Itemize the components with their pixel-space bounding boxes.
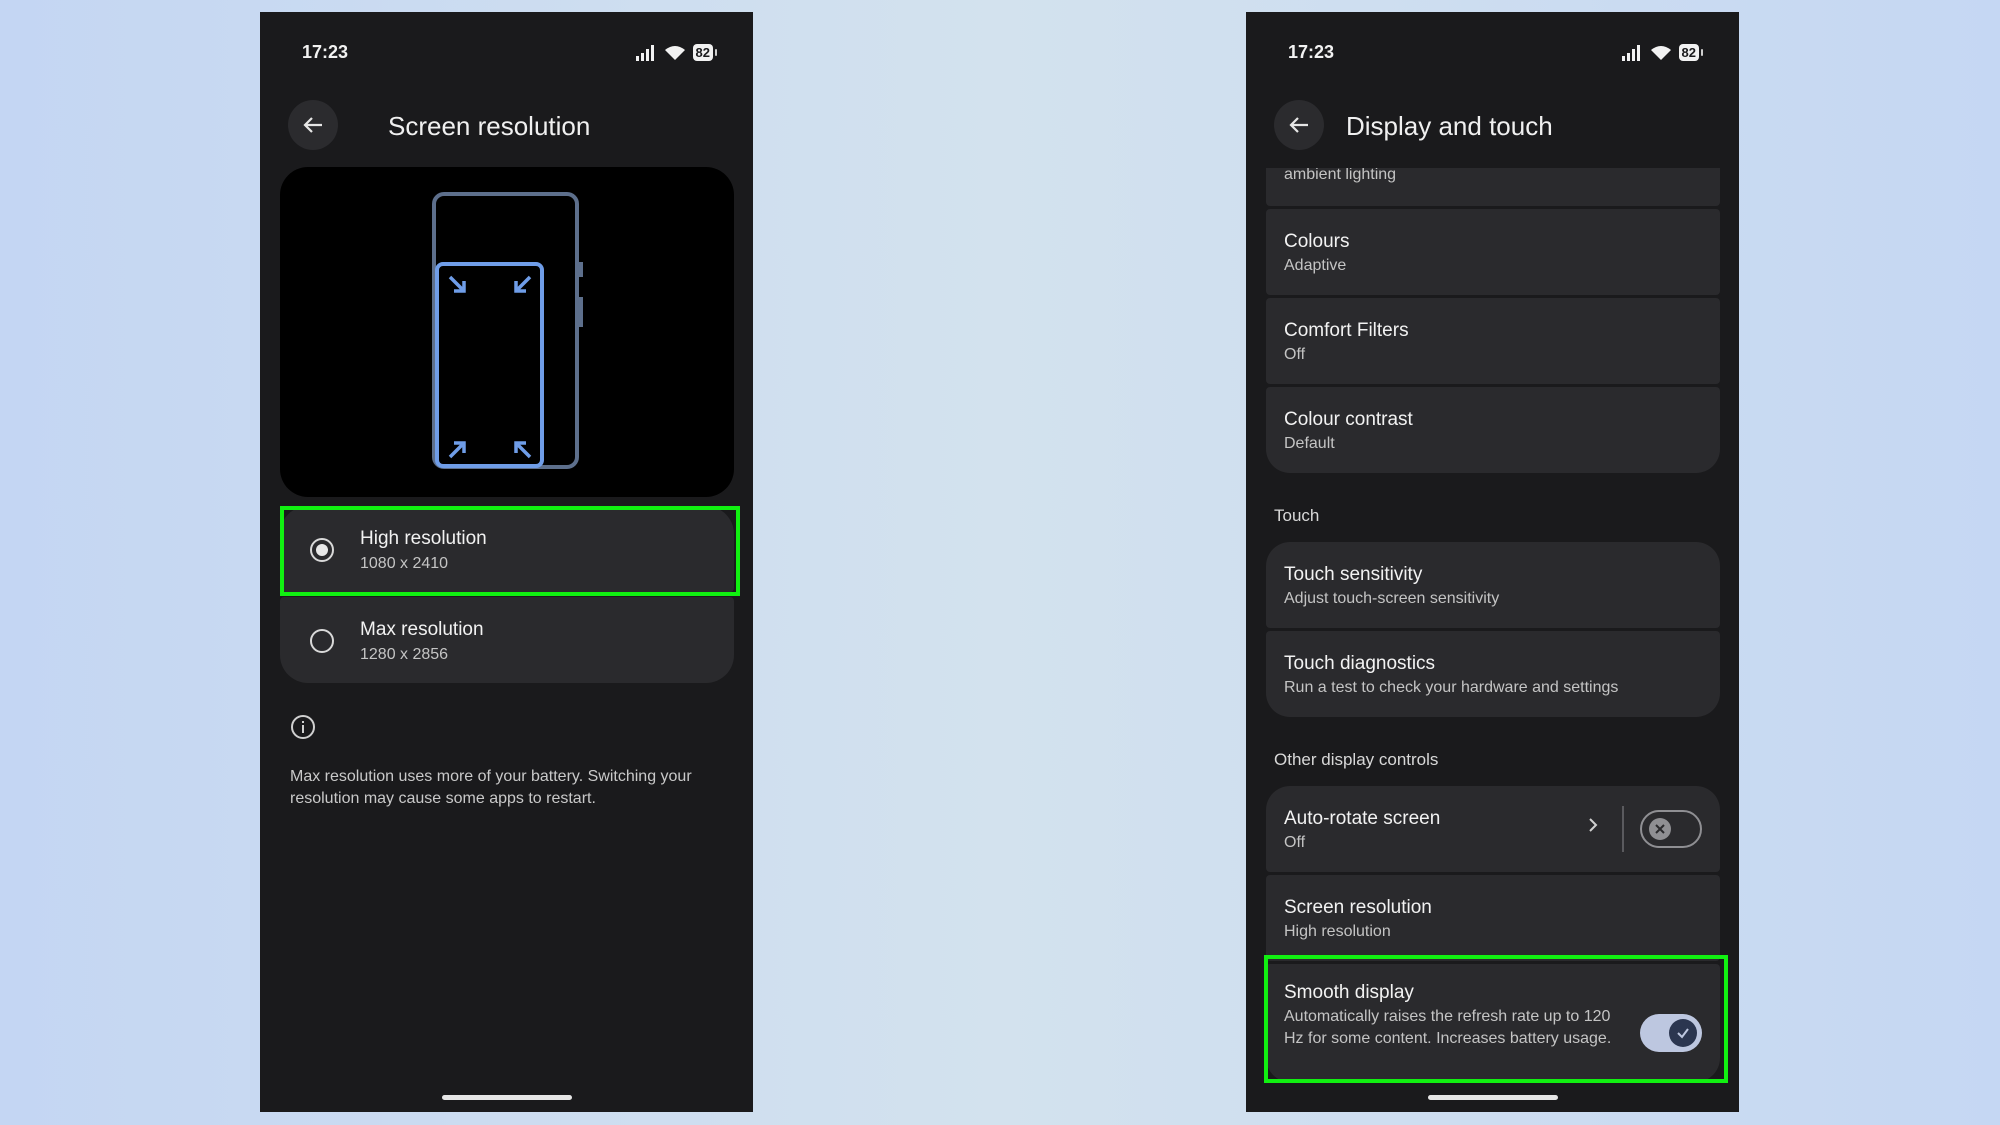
info-text: Max resolution uses more of your battery… [290, 768, 692, 807]
item-title: Comfort Filters [1284, 320, 1409, 341]
item-subtitle: High resolution [1284, 923, 1391, 940]
battery-icon: 82 [1678, 44, 1704, 61]
phone-screen-resolution: 17:23 82 Screen resolution High resoluti… [260, 12, 753, 1112]
highlight-box [1264, 955, 1728, 1083]
signal-icon [635, 44, 654, 61]
list-item-colours[interactable]: Colours Adaptive [1266, 209, 1720, 295]
item-subtitle: Off [1284, 834, 1306, 851]
option-subtitle: 1280 x 2856 [360, 646, 449, 663]
option-max-resolution[interactable]: Max resolution 1280 x 2856 [280, 597, 734, 683]
section-header-other-display-controls: Other display controls [1274, 750, 1439, 769]
home-indicator[interactable] [442, 1095, 572, 1100]
item-subtitle: Adaptive [1284, 257, 1347, 274]
list-item-auto-rotate-screen[interactable]: Auto-rotate screen Off [1266, 786, 1720, 872]
list-item-comfort-filters[interactable]: Comfort Filters Off [1266, 298, 1720, 384]
item-title: Screen resolution [1284, 897, 1432, 918]
wifi-icon [664, 45, 685, 60]
list-item-screen-resolution[interactable]: Screen resolution High resolution [1266, 875, 1720, 961]
back-arrow-icon [1289, 117, 1308, 133]
wifi-icon [1650, 45, 1671, 60]
item-subtitle: Run a test to check your hardware and se… [1284, 679, 1619, 696]
section-header-touch: Touch [1274, 506, 1320, 525]
highlight-box [280, 506, 740, 596]
status-time: 17:23 [302, 42, 349, 62]
status-bar: 17:23 82 [1288, 42, 1704, 72]
page-title: Display and touch [1346, 111, 1553, 141]
home-indicator[interactable] [1428, 1095, 1558, 1100]
back-button[interactable] [1274, 100, 1324, 150]
phone-display-and-touch: 17:23 82 ambient lighting Display and to… [1246, 12, 1739, 1112]
list-item-touch-sensitivity[interactable]: Touch sensitivity Adjust touch-screen se… [1266, 542, 1720, 628]
list-item-colour-contrast[interactable]: Colour contrast Default [1266, 387, 1720, 473]
info-icon [291, 715, 315, 739]
back-arrow-icon [303, 117, 322, 133]
resolution-preview-illustration [280, 167, 734, 497]
item-title: Auto-rotate screen [1284, 808, 1441, 829]
divider [1622, 806, 1624, 852]
back-button[interactable] [288, 100, 338, 150]
battery-icon: 82 [692, 44, 718, 61]
item-title: Touch sensitivity [1284, 564, 1423, 585]
item-title: Colour contrast [1284, 409, 1413, 430]
item-subtitle: Adjust touch-screen sensitivity [1284, 590, 1500, 607]
close-icon [1655, 824, 1665, 834]
page-title: Screen resolution [388, 111, 591, 141]
list-item-touch-diagnostics[interactable]: Touch diagnostics Run a test to check yo… [1266, 631, 1720, 717]
chevron-right-icon [1589, 818, 1598, 832]
item-title: Touch diagnostics [1284, 653, 1436, 674]
radio-max-resolution[interactable] [310, 629, 334, 653]
item-subtitle: Off [1284, 346, 1306, 363]
auto-rotate-toggle[interactable] [1640, 810, 1702, 848]
item-title: Colours [1284, 231, 1350, 252]
option-title: Max resolution [360, 619, 484, 640]
item-subtitle: Default [1284, 435, 1335, 452]
status-bar: 17:23 82 [302, 42, 718, 72]
signal-icon [1621, 44, 1640, 61]
status-time: 17:23 [1288, 42, 1335, 62]
